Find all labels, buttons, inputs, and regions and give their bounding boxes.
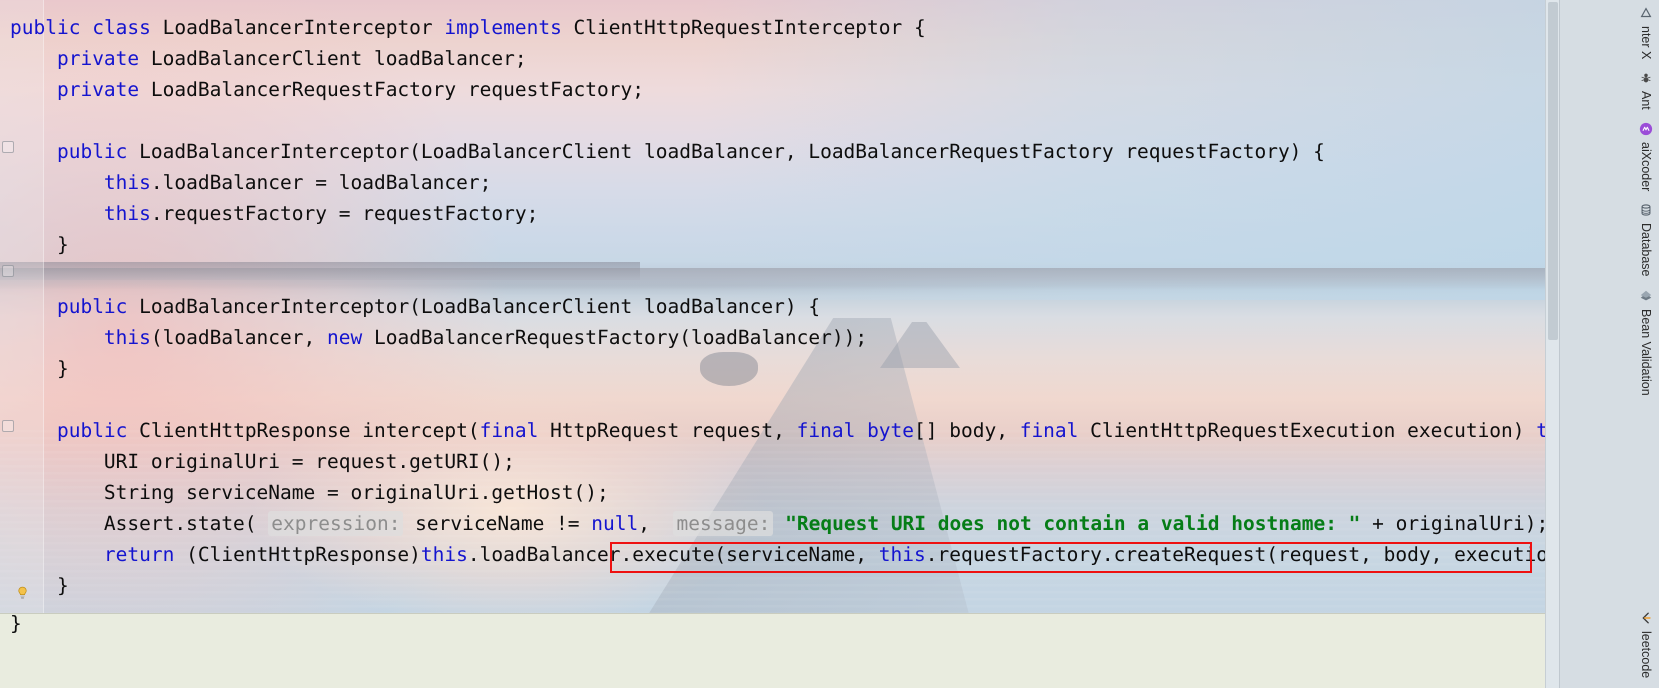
tool-window-label: Bean Validation [1639, 308, 1653, 396]
code-line[interactable]: URI originalUri = request.getURI(); [0, 446, 1545, 477]
database-icon [1641, 204, 1651, 217]
aixcoder-icon [1639, 123, 1653, 136]
keyword-token: throws [1536, 419, 1545, 442]
tool-window-button-database[interactable]: Database [1633, 197, 1659, 283]
code-line[interactable]: } [0, 570, 1545, 601]
code-line[interactable]: private LoadBalancerClient loadBalancer; [0, 43, 1545, 74]
code-line[interactable]: this.loadBalancer = loadBalancer; [0, 167, 1545, 198]
scrollbar-thumb[interactable] [1548, 2, 1558, 340]
parameter-hint: expression: [268, 511, 404, 536]
code-line[interactable]: String serviceName = originalUri.getHost… [0, 477, 1545, 508]
maven-icon [1640, 7, 1652, 18]
keyword-token: public [56, 295, 128, 318]
code-line[interactable]: public LoadBalancerInterceptor(LoadBalan… [0, 291, 1545, 322]
tool-window-button-bean-validation[interactable]: Bean Validation [1633, 283, 1659, 402]
source-code[interactable]: public class LoadBalancerInterceptor imp… [0, 0, 1545, 601]
keyword-token: final [796, 419, 856, 442]
tool-window-button-nter-x[interactable]: nter X [1633, 0, 1659, 65]
keyword-token: this [103, 326, 151, 349]
code-line[interactable]: } [0, 353, 1545, 384]
class-closing-brace: } [10, 612, 22, 635]
code-line[interactable] [0, 384, 1545, 415]
ant-icon [1641, 73, 1651, 83]
tool-window-label: nter X [1639, 26, 1653, 60]
keyword-token: this [878, 543, 926, 566]
keyword-token: final [1019, 419, 1079, 442]
keyword-token: null [591, 512, 639, 535]
keyword-token: implements [444, 16, 562, 39]
code-line[interactable]: this.requestFactory = requestFactory; [0, 198, 1545, 229]
keyword-token: byte [867, 419, 915, 442]
keyword-token: final [479, 419, 539, 442]
tool-window-label: aiXcoder [1639, 142, 1653, 192]
code-line[interactable]: public class LoadBalancerInterceptor imp… [0, 12, 1545, 43]
parameter-hint: message: [673, 511, 774, 536]
keyword-token: public [10, 16, 81, 39]
bean-validation-icon [1640, 290, 1652, 301]
keyword-token: this [420, 543, 468, 566]
ide-window: public class LoadBalancerInterceptor imp… [0, 0, 1659, 688]
code-line[interactable]: return (ClientHttpResponse)this.loadBala… [0, 539, 1545, 570]
keyword-token: private [56, 78, 140, 101]
code-line[interactable]: private LoadBalancerRequestFactory reque… [0, 74, 1545, 105]
editor-scrollbar[interactable] [1545, 0, 1559, 688]
keyword-token: public [56, 140, 128, 163]
keyword-token: this [103, 171, 151, 194]
tool-window-buttons-bottom[interactable]: leetcode [1633, 605, 1659, 684]
code-line[interactable]: public LoadBalancerInterceptor(LoadBalan… [0, 136, 1545, 167]
right-tool-window-bar[interactable]: nter X Ant aiXcoder Database Bean Validation… [1559, 0, 1659, 688]
code-line[interactable] [0, 260, 1545, 291]
code-editor[interactable]: public class LoadBalancerInterceptor imp… [0, 0, 1545, 613]
code-line[interactable] [0, 105, 1545, 136]
keyword-token: class [92, 16, 151, 39]
tool-window-button-ant[interactable]: Ant [1633, 65, 1659, 116]
tool-window-button-aixcoder[interactable]: aiXcoder [1633, 116, 1659, 197]
keyword-token: this [103, 202, 151, 225]
code-line[interactable]: public ClientHttpResponse intercept(fina… [0, 415, 1545, 446]
bottom-strip-divider [0, 613, 1545, 614]
keyword-token: new [327, 326, 363, 349]
string-literal: "Request URI does not contain a valid ho… [785, 512, 1361, 535]
code-line[interactable]: Assert.state( expression: serviceName !=… [0, 508, 1545, 539]
code-line[interactable]: } [0, 229, 1545, 260]
tool-window-label: Database [1639, 223, 1653, 277]
keyword-token: return [103, 543, 175, 566]
tool-window-label: Ant [1639, 91, 1653, 111]
tool-window-label: leetcode [1639, 630, 1653, 678]
keyword-token: public [56, 419, 128, 442]
leetcode-icon [1642, 612, 1651, 624]
keyword-token: private [56, 47, 140, 70]
tool-window-button-leetcode[interactable]: leetcode [1633, 605, 1659, 684]
editor-bottom-strip [0, 613, 1545, 688]
tool-window-buttons-top[interactable]: nter X Ant aiXcoder Database Bean Validation [1633, 0, 1659, 402]
code-line[interactable]: this(loadBalancer, new LoadBalancerReque… [0, 322, 1545, 353]
